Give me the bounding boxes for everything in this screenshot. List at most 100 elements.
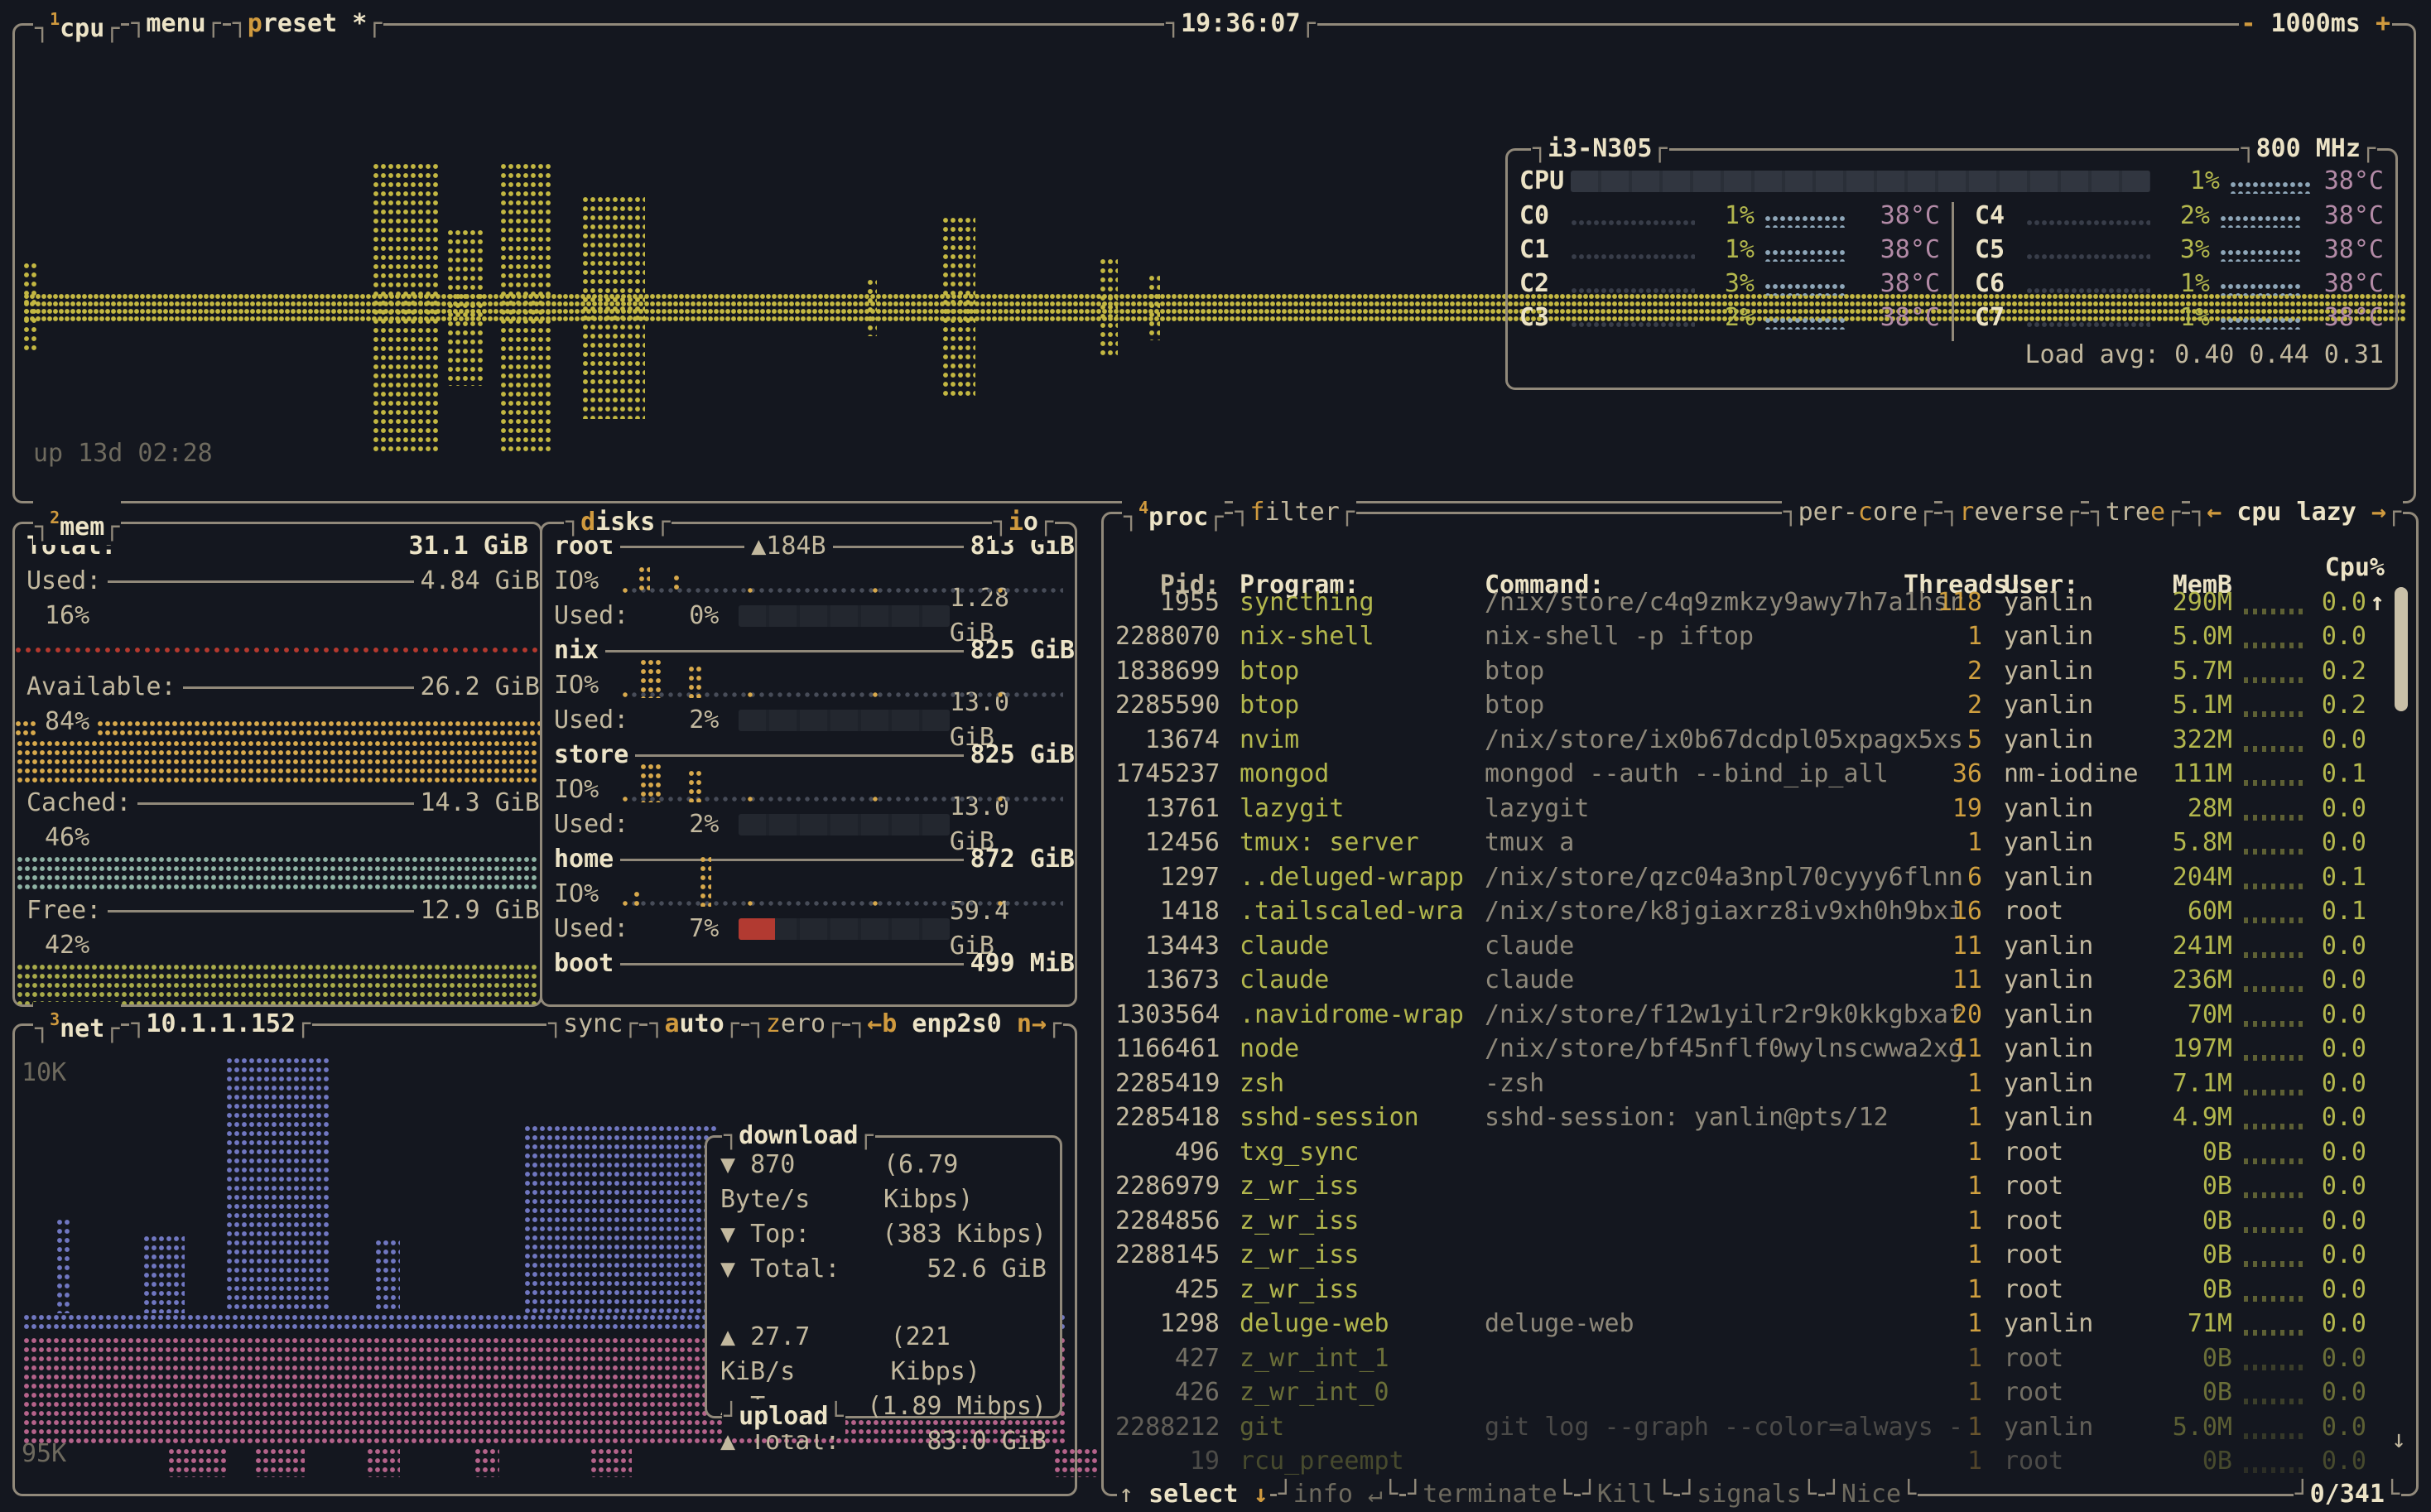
proc-row[interactable]: 1303564.navidrome-wrap/nix/store/f12w1yi…	[1115, 998, 2405, 1033]
proc-mem: 0B	[2156, 1273, 2232, 1307]
terminate-button[interactable]: ┘terminate└	[1406, 1477, 1574, 1512]
download-total-row: ▼ Total:52.6 GiB	[720, 1252, 1047, 1287]
proc-row[interactable]: 1297..deluged-wrapp/nix/store/qzc04a3npl…	[1115, 860, 2405, 895]
proc-command: btop	[1465, 654, 1904, 689]
proc-row[interactable]: 2285590btopbtop2yanlin5.1M0.2	[1115, 688, 2405, 723]
proc-row[interactable]: 427z_wr_int_11root0B0.0	[1115, 1341, 2405, 1376]
proc-panel: ┐4proc┌ ┐filter┌ ┐per-core┌ ┐reverse┌ ┐t…	[1101, 512, 2419, 1496]
preset-button[interactable]: ┐preset *┌	[231, 7, 384, 41]
scroll-down-icon[interactable]: ↓	[2391, 1423, 2406, 1457]
proc-row[interactable]: 1955syncthing/nix/store/c4q9zmkzy9awy7h7…	[1115, 585, 2405, 620]
proc-mem: 241M	[2156, 929, 2232, 964]
proc-row[interactable]: 1838699btopbtop2yanlin5.7M0.2	[1115, 654, 2405, 689]
proc-cpu: 0.0	[2305, 1307, 2405, 1341]
signals-button[interactable]: ┘signals└	[1680, 1477, 1818, 1512]
proc-pid: 426	[1115, 1375, 1220, 1410]
proc-cpu: 0.0	[2305, 585, 2405, 620]
proc-row[interactable]: 13443claudeclaude11yanlin241M0.0	[1115, 929, 2405, 964]
net-next-interface-button[interactable]: n→	[1017, 1009, 1047, 1038]
proc-cpu: 0.1	[2305, 894, 2405, 929]
reverse-toggle[interactable]: ┐reverse┌	[1942, 495, 2081, 530]
proc-program: tmux: server	[1220, 826, 1465, 860]
proc-program: lazygit	[1220, 792, 1465, 826]
proc-row[interactable]: 1745237mongodmongod --auth --bind_ip_all…	[1115, 757, 2405, 792]
proc-command: nix-shell -p iftop	[1465, 619, 1904, 654]
proc-row[interactable]: 19rcu_preempt1root0B0.0	[1115, 1444, 2405, 1479]
cores-column-left: C01%38°CC11%38°CC23%38°CC32%38°C	[1519, 199, 1940, 335]
proc-row[interactable]: 425z_wr_iss1root0B0.0	[1115, 1273, 2405, 1307]
disks-box-title: ┐disks┌	[564, 505, 672, 540]
proc-row[interactable]: 426z_wr_int_01root0B0.0	[1115, 1375, 2405, 1410]
io-mode-button[interactable]: ┐io┌	[992, 505, 1055, 540]
sort-next-button[interactable]: →	[2371, 498, 2386, 527]
proc-row[interactable]: 2288145z_wr_iss1root0B0.0	[1115, 1238, 2405, 1273]
proc-threads: 1	[1904, 1169, 1982, 1204]
proc-threads: 118	[1904, 585, 1982, 620]
proc-row[interactable]: 13673claudeclaude11yanlin236M0.0	[1115, 963, 2405, 998]
proc-cpu-minigraph	[2244, 780, 2307, 786]
cores-grid: C01%38°CC11%38°CC23%38°CC32%38°CC42%38°C…	[1519, 199, 2384, 335]
menu-button[interactable]: ┐menu┌	[129, 7, 222, 41]
proc-pid: 13761	[1115, 792, 1220, 826]
sort-selector: ┐← cpu lazy →┌	[2190, 495, 2403, 530]
per-core-toggle[interactable]: ┐per-core┌	[1782, 495, 1935, 530]
select-down-icon[interactable]: ↓	[1254, 1480, 1268, 1509]
sort-prev-button[interactable]: ←	[2207, 498, 2222, 527]
proc-mem: 111M	[2156, 757, 2232, 792]
interval-decrease-button[interactable]: -	[2241, 9, 2255, 38]
net-prev-interface-button[interactable]: ←b	[867, 1009, 897, 1038]
disk-divider-row: nix825 GiB	[542, 633, 1075, 668]
proc-row[interactable]: 1298deluge-webdeluge-web1yanlin71M0.0	[1115, 1307, 2405, 1341]
proc-row[interactable]: 1418.tailscaled-wra/nix/store/k8jgiaxrz8…	[1115, 894, 2405, 929]
proc-row[interactable]: 13674nvim/nix/store/ix0b67dcdpl05xpagx5x…	[1115, 723, 2405, 758]
proc-pid: 2285419	[1115, 1067, 1220, 1101]
proc-row[interactable]: 496txg_sync1root0B0.0	[1115, 1135, 2405, 1170]
proc-box-hotkey: 4	[1138, 498, 1148, 518]
proc-pid: 13674	[1115, 723, 1220, 758]
net-auto-button[interactable]: ┐auto┌	[647, 1007, 740, 1042]
core-temp-graph	[1764, 248, 1847, 262]
core-temp: 38°C	[1847, 301, 1940, 335]
mem-entry-label: Available:	[26, 670, 176, 705]
proc-row[interactable]: 12456tmux: servertmux a1yanlin5.8M0.0	[1115, 826, 2405, 860]
proc-cpu-minigraph	[2244, 1296, 2307, 1302]
upload-title: ┘upload└	[722, 1399, 845, 1434]
disk-used-row: Used:2%13.0 GiB	[542, 703, 1075, 738]
proc-cpu-minigraph	[2244, 1330, 2307, 1336]
tree-toggle[interactable]: ┐tree┌	[2089, 495, 2182, 530]
net-upload-cluster	[255, 1447, 305, 1477]
proc-user: yanlin	[1982, 1067, 2156, 1101]
core-percent: 1%	[1695, 233, 1755, 267]
info-button[interactable]: ┘info ↵└	[1277, 1477, 1400, 1512]
proc-user: yanlin	[1982, 963, 2156, 998]
net-download-spike	[226, 1057, 330, 1313]
core-row: C32%38°C	[1519, 301, 1940, 335]
disk-io-row: IO%	[542, 668, 1075, 703]
net-download-spike	[524, 1124, 719, 1313]
clock: ┐19:36:07┌	[1164, 7, 1317, 41]
filter-button[interactable]: ┐filter┌	[1233, 495, 1356, 530]
proc-row[interactable]: 2288212gitgit log --graph --color=always…	[1115, 1410, 2405, 1445]
nice-button[interactable]: ┘Nice└	[1825, 1477, 1918, 1512]
mem-entry-value: 14.3 GiB	[421, 786, 541, 821]
proc-row[interactable]: 1166461node/nix/store/bf45nflf0wylnscwwa…	[1115, 1032, 2405, 1067]
proc-row[interactable]: 13761lazygitlazygit19yanlin28M0.0	[1115, 792, 2405, 826]
proc-row[interactable]: 2286979z_wr_iss1root0B0.0	[1115, 1169, 2405, 1204]
proc-cpu-minigraph	[2244, 1124, 2307, 1129]
disk-used-row: Used:2%13.0 GiB	[542, 807, 1075, 842]
core-row: C53%38°C	[1975, 233, 2384, 267]
proc-command: btop	[1465, 688, 1904, 723]
proc-row[interactable]: 2285419zsh-zsh1yanlin7.1M0.0	[1115, 1067, 2405, 1101]
net-zero-button[interactable]: ┐zero┌	[749, 1007, 842, 1042]
proc-cpu-minigraph	[2244, 986, 2307, 992]
select-up-icon[interactable]: ↑	[1119, 1480, 1134, 1509]
proc-row[interactable]: 2288070nix-shellnix-shell -p iftop1yanli…	[1115, 619, 2405, 654]
cpu-box-title: ┐1cpu┌	[33, 2, 121, 46]
proc-row[interactable]: 2285418sshd-sessionsshd-session: yanlin@…	[1115, 1100, 2405, 1135]
interval-increase-button[interactable]: +	[2376, 9, 2390, 38]
proc-mem: 290M	[2156, 585, 2232, 620]
proc-row[interactable]: 2284856z_wr_iss1root0B0.0	[1115, 1204, 2405, 1239]
net-sync-button[interactable]: ┐sync┌	[546, 1007, 639, 1042]
proc-scrollbar-thumb[interactable]	[2395, 587, 2408, 711]
kill-button[interactable]: ┘Kill└	[1581, 1477, 1673, 1512]
